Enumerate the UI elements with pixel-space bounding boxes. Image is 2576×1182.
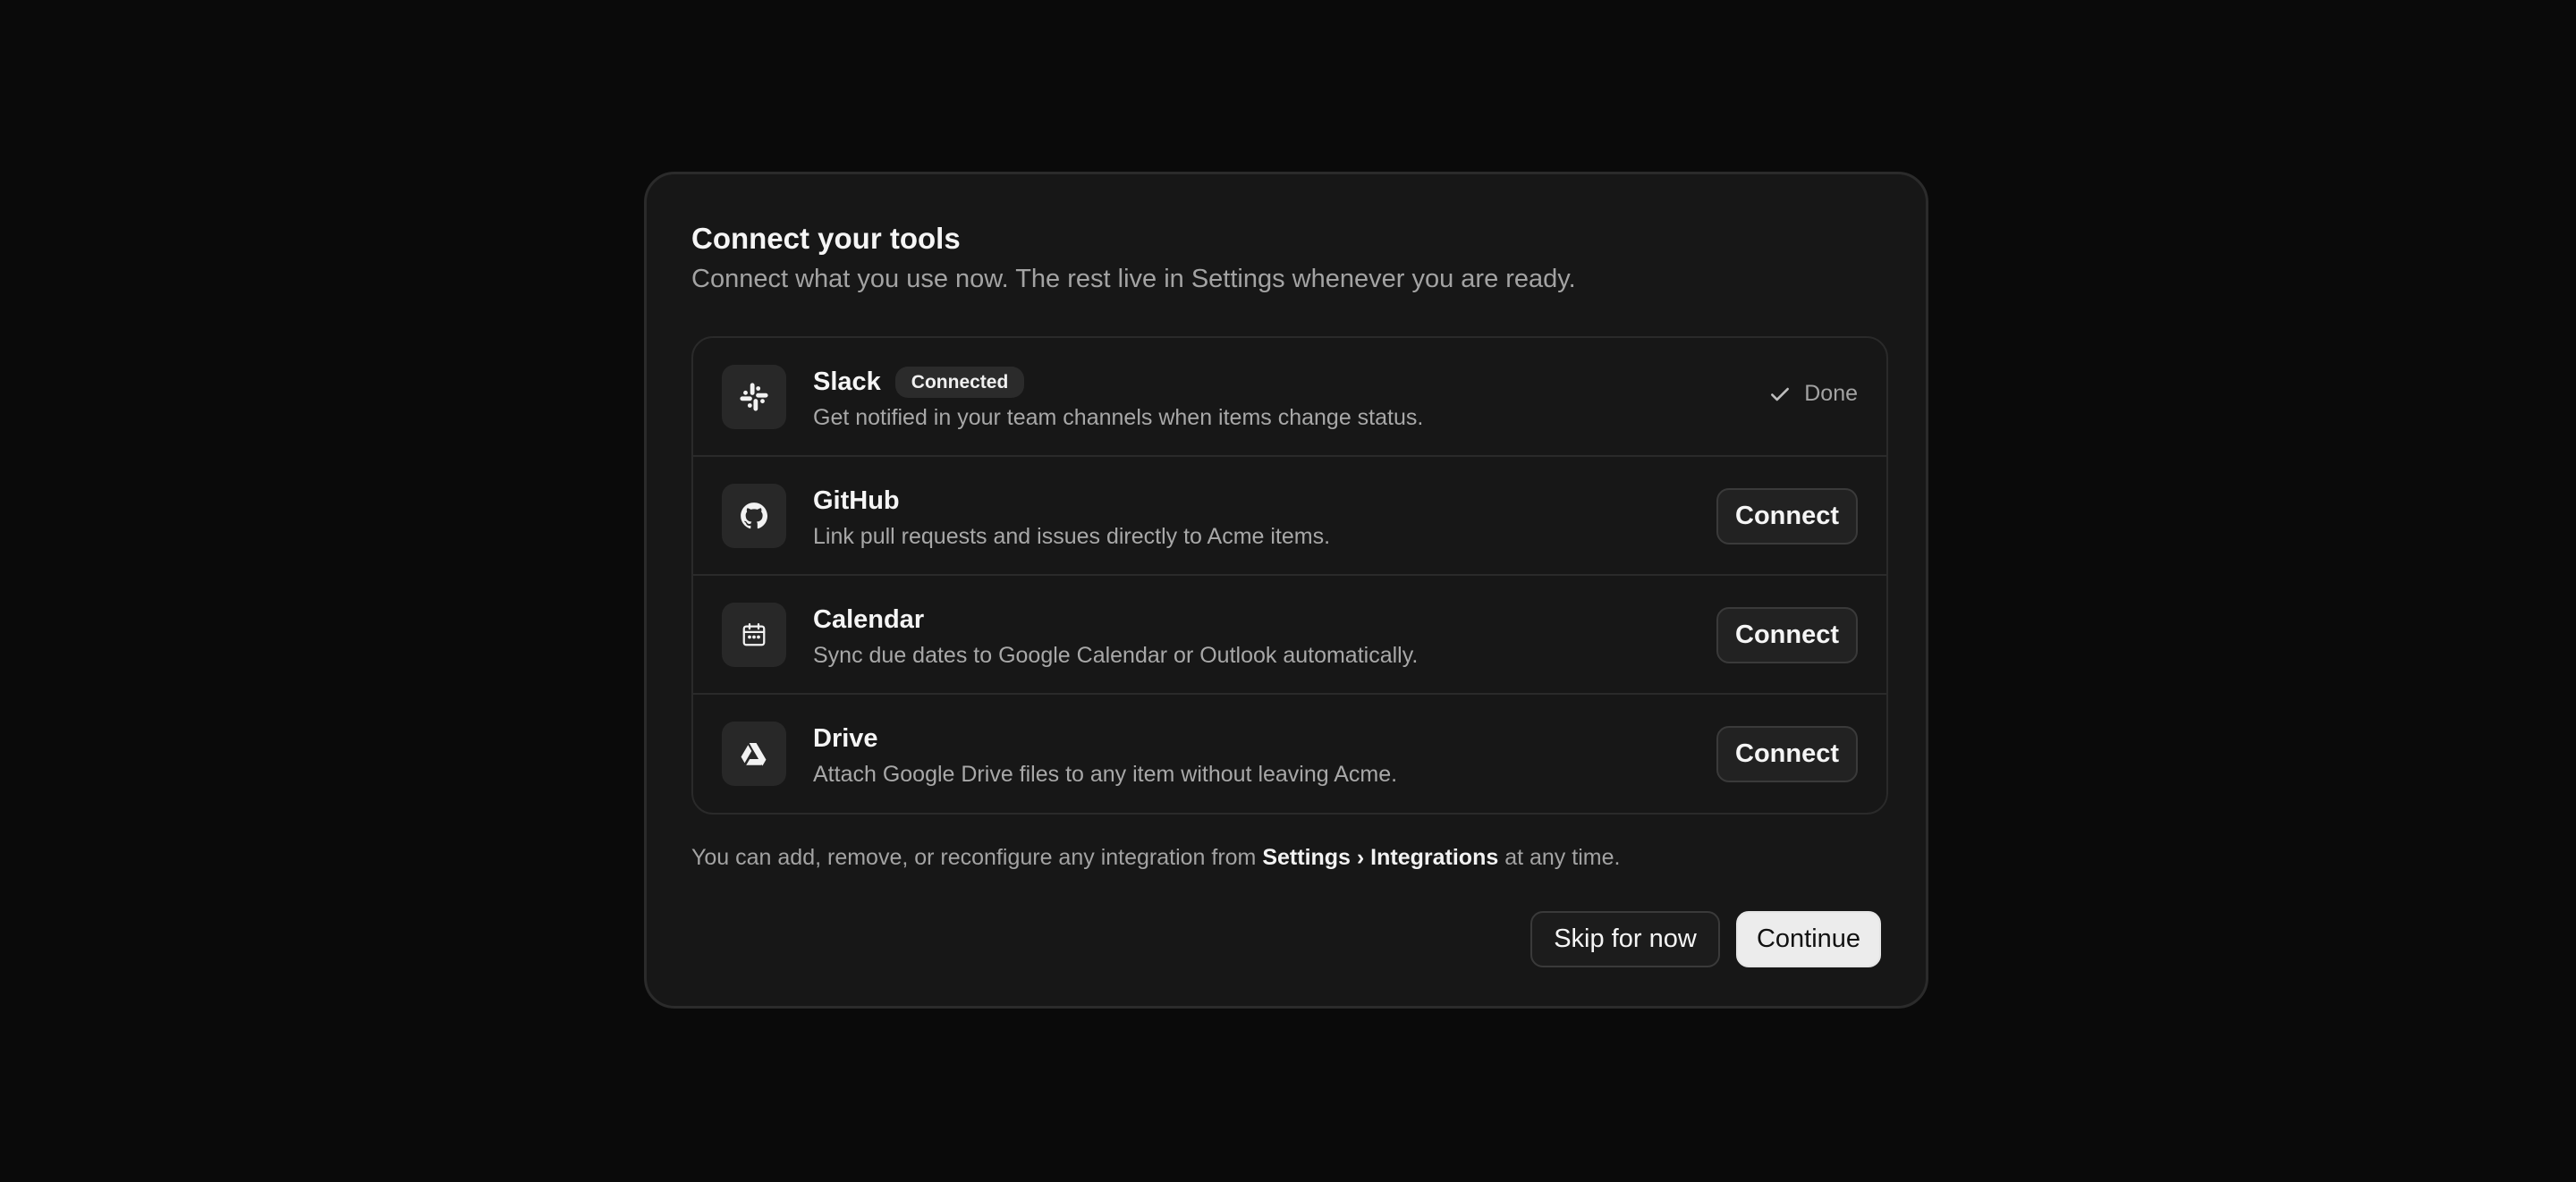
calendar-icon [722, 603, 786, 667]
done-label: Done [1804, 381, 1858, 406]
settings-integrations-path: Settings › Integrations [1262, 845, 1499, 870]
github-icon [722, 484, 786, 548]
integration-description: Sync due dates to Google Calendar or Out… [813, 643, 1419, 668]
integration-list: Slack Connected Get notified in your tea… [691, 336, 1888, 815]
check-icon [1771, 387, 1790, 401]
integration-description: Get notified in your team channels when … [813, 405, 1424, 430]
drive-icon [722, 722, 786, 786]
connect-drive-button[interactable]: Connect [1716, 726, 1858, 782]
dialog-title: Connect your tools [691, 222, 961, 255]
connect-tools-dialog: Connect your tools Connect what you use … [644, 172, 1928, 1009]
continue-button[interactable]: Continue [1736, 911, 1881, 967]
footnote-prefix: You can add, remove, or reconfigure any … [691, 845, 1263, 870]
integration-description: Attach Google Drive files to any item wi… [813, 762, 1398, 787]
connect-calendar-button[interactable]: Connect [1716, 607, 1858, 663]
footnote-suffix: at any time. [1498, 845, 1621, 870]
integration-row-calendar: Calendar Sync due dates to Google Calend… [693, 576, 1886, 695]
integration-name: Calendar [813, 604, 925, 634]
connect-github-button[interactable]: Connect [1716, 488, 1858, 545]
dialog-actions: Skip for now Continue [1530, 911, 1881, 967]
integration-description: Link pull requests and issues directly t… [813, 524, 1331, 549]
slack-icon [722, 365, 786, 429]
integration-name: GitHub [813, 485, 900, 515]
connected-badge: Connected [894, 366, 1025, 398]
integration-row-github: GitHub Link pull requests and issues dir… [693, 457, 1886, 576]
dialog-subtitle: Connect what you use now. The rest live … [691, 265, 1576, 293]
settings-footnote: You can add, remove, or reconfigure any … [691, 844, 1620, 871]
done-status: Done [1768, 381, 1858, 407]
integration-name: Slack [813, 367, 881, 396]
integration-row-slack: Slack Connected Get notified in your tea… [693, 338, 1886, 457]
integration-name: Drive [813, 723, 878, 753]
integration-row-drive: Drive Attach Google Drive files to any i… [693, 695, 1886, 813]
skip-for-now-button[interactable]: Skip for now [1530, 911, 1720, 967]
